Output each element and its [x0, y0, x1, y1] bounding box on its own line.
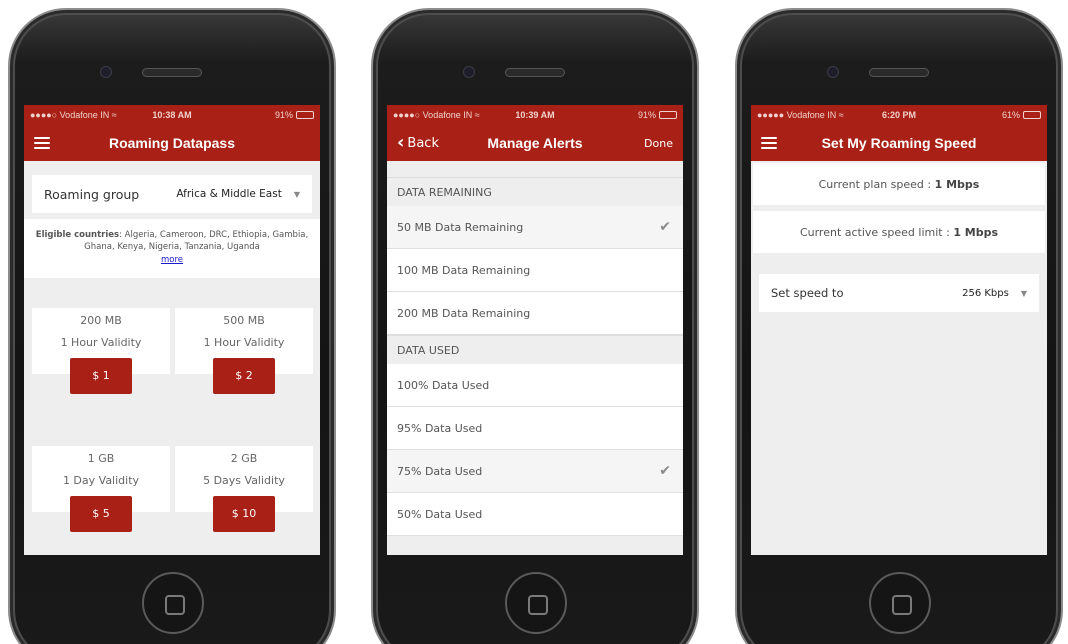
section-header: DATA REMAINING [387, 177, 683, 206]
phone-frame-roaming-speed: ●●●●● Vodafone IN ≈ 6:20 PM 61% Set My R… [735, 8, 1063, 644]
active-speed-limit-label: Current active speed limit : [799, 225, 950, 239]
buy-plan-button[interactable]: $ 2 [213, 357, 275, 394]
roaming-group-value: Africa & Middle East [176, 188, 282, 200]
battery-icon [1023, 111, 1041, 119]
roaming-group-label: Roaming group [44, 186, 140, 202]
battery-indicator: 61% [1002, 110, 1041, 120]
current-plan-speed-label: Current plan speed : [818, 177, 932, 191]
plan-validity: 1 Hour Validity [60, 335, 142, 349]
earpiece-speaker [142, 68, 202, 77]
carrier-label: ●●●●○ Vodafone IN ≈ [30, 110, 117, 120]
alert-option-label: 95% Data Used [397, 421, 483, 435]
plan-validity: 5 Days Validity [203, 473, 285, 487]
carrier-label: ●●●●● Vodafone IN ≈ [757, 110, 844, 120]
alert-option[interactable]: 95% Data Used [387, 407, 683, 450]
status-bar: ●●●●● Vodafone IN ≈ 6:20 PM 61% [751, 105, 1047, 125]
front-camera [463, 66, 475, 78]
page-title: Set My Roaming Speed [821, 135, 977, 151]
chevron-left-icon: ‹ [397, 132, 405, 153]
battery-icon [659, 111, 677, 119]
buy-plan-button[interactable]: $ 5 [70, 495, 132, 532]
active-speed-limit-value: 1 Mbps [953, 225, 999, 239]
alert-option[interactable]: 100% Data Used [387, 364, 683, 407]
alert-option[interactable]: 50 MB Data Remaining ✔ [387, 206, 683, 249]
current-plan-speed: Current plan speed : 1 Mbps [753, 163, 1045, 205]
alert-option-label: 200 MB Data Remaining [397, 306, 531, 320]
page-title: Roaming Datapass [108, 135, 236, 151]
back-button[interactable]: ‹ Back [397, 134, 439, 152]
status-bar: ●●●●○ Vodafone IN ≈ 10:38 AM 91% [24, 105, 320, 125]
phone-frame-manage-alerts: ●●●●○ Vodafone IN ≈ 10:39 AM 91% ‹ Back … [371, 8, 699, 644]
alerts-list: DATA REMAINING 50 MB Data Remaining ✔ 10… [387, 161, 683, 536]
checkmark-icon: ✔ [659, 219, 671, 235]
battery-indicator: 91% [638, 110, 677, 120]
set-speed-value: 256 Kbps [962, 287, 1009, 299]
alert-option-label: 100 MB Data Remaining [397, 263, 531, 277]
set-speed-select[interactable]: Set speed to 256 Kbps ▼ [759, 274, 1039, 312]
nav-bar: Roaming Datapass [24, 125, 320, 161]
screen-roaming-speed: ●●●●● Vodafone IN ≈ 6:20 PM 61% Set My R… [751, 105, 1047, 555]
screen-manage-alerts: ●●●●○ Vodafone IN ≈ 10:39 AM 91% ‹ Back … [387, 105, 683, 555]
alert-option[interactable]: 200 MB Data Remaining [387, 292, 683, 335]
eligible-countries: Eligible countries: Algeria, Cameroon, D… [24, 219, 320, 278]
current-plan-speed-value: 1 Mbps [934, 177, 980, 191]
status-bar: ●●●●○ Vodafone IN ≈ 10:39 AM 91% [387, 105, 683, 125]
back-label: Back [407, 135, 439, 151]
alert-option-label: 50% Data Used [397, 507, 483, 521]
alert-option[interactable]: 75% Data Used ✔ [387, 450, 683, 493]
buy-plan-button[interactable]: $ 10 [213, 495, 275, 532]
dropdown-caret-icon: ▼ [1020, 288, 1027, 298]
plan-validity: 1 Day Validity [62, 473, 140, 487]
home-button[interactable] [505, 572, 567, 634]
set-speed-label: Set speed to [771, 286, 844, 300]
battery-percent: 91% [274, 110, 293, 120]
home-button[interactable] [142, 572, 204, 634]
front-camera [100, 66, 112, 78]
alert-option[interactable]: 50% Data Used [387, 493, 683, 536]
alert-option-label: 50 MB Data Remaining [397, 220, 524, 234]
earpiece-speaker [869, 68, 929, 77]
phone-frame-roaming-datapass: ●●●●○ Vodafone IN ≈ 10:38 AM 91% Roaming… [8, 8, 336, 644]
plan-size: 2 GB [230, 451, 258, 465]
alert-option-label: 100% Data Used [397, 378, 490, 392]
carrier-label: ●●●●○ Vodafone IN ≈ [393, 110, 480, 120]
plan-size: 200 MB [80, 313, 122, 327]
battery-percent: 61% [1001, 110, 1020, 120]
plan-size: 500 MB [223, 313, 265, 327]
front-camera [827, 66, 839, 78]
alert-option-label: 75% Data Used [397, 464, 483, 478]
dropdown-caret-icon: ▼ [293, 189, 300, 199]
done-button[interactable]: Done [644, 137, 673, 150]
buy-plan-button[interactable]: $ 1 [70, 357, 132, 394]
nav-bar: Set My Roaming Speed [751, 125, 1047, 161]
eligible-countries-label: Eligible countries [35, 230, 120, 240]
checkmark-icon: ✔ [659, 463, 671, 479]
home-button[interactable] [869, 572, 931, 634]
nav-bar: ‹ Back Manage Alerts Done [387, 125, 683, 161]
hamburger-icon[interactable] [34, 137, 50, 149]
battery-icon [296, 111, 314, 119]
active-speed-limit: Current active speed limit : 1 Mbps [753, 211, 1045, 253]
battery-percent: 91% [637, 110, 656, 120]
section-header: DATA USED [387, 335, 683, 364]
battery-indicator: 91% [275, 110, 314, 120]
screen-roaming-datapass: ●●●●○ Vodafone IN ≈ 10:38 AM 91% Roaming… [24, 105, 320, 555]
more-link[interactable]: more [161, 255, 183, 265]
earpiece-speaker [505, 68, 565, 77]
roaming-group-select[interactable]: Roaming group Africa & Middle East ▼ [32, 175, 312, 213]
hamburger-icon[interactable] [761, 137, 777, 149]
plan-size: 1 GB [87, 451, 115, 465]
plan-grid: 200 MB 1 Hour Validity $ 1 500 MB 1 Hour… [24, 278, 320, 555]
alert-option[interactable]: 100 MB Data Remaining [387, 249, 683, 292]
plan-validity: 1 Hour Validity [203, 335, 285, 349]
